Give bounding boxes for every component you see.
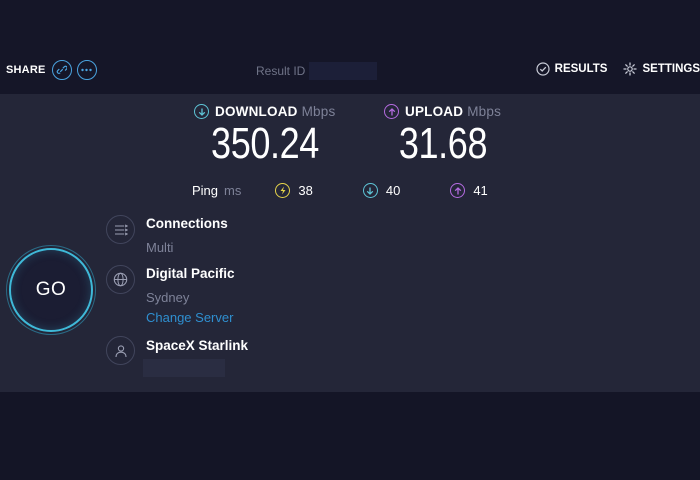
upload-label: UPLOAD [405, 104, 464, 119]
go-ring: GO [6, 245, 96, 335]
top-bar: SHARE Result ID RESULTS SETTINGS [0, 0, 700, 94]
ping-label: Ping [192, 183, 219, 198]
download-label: DOWNLOAD [215, 104, 298, 119]
ping-idle-value: 38 [298, 183, 313, 198]
more-icon[interactable] [76, 60, 97, 80]
gear-icon [623, 62, 638, 76]
results-label: RESULTS [554, 63, 608, 75]
download-metric: DOWNLOAD Mbps 350.24 [194, 104, 342, 169]
globe-icon [106, 265, 135, 294]
provider-name: SpaceX Starlink [146, 338, 249, 353]
ping-upload-value: 41 [473, 183, 488, 198]
upload-arrow-icon [384, 104, 399, 119]
share-label: SHARE [6, 64, 46, 76]
result-id-value-redacted [309, 62, 378, 80]
download-value: 350.24 [211, 119, 319, 168]
ping-unit: ms [224, 183, 242, 198]
share-group: SHARE [6, 60, 102, 80]
download-unit: Mbps [301, 104, 336, 119]
ping-download: 40 [362, 183, 401, 198]
results-panel [0, 94, 700, 392]
upload-metric: UPLOAD Mbps 31.68 [384, 104, 506, 169]
change-server-link[interactable]: Change Server [146, 310, 233, 325]
ping-download-value: 40 [385, 183, 401, 198]
ping-idle: 38 [275, 183, 313, 198]
upload-unit: Mbps [467, 104, 502, 119]
server-name: Digital Pacific [146, 266, 235, 281]
go-button[interactable]: GO [9, 248, 93, 332]
download-arrow-icon [194, 104, 209, 119]
upload-header: UPLOAD Mbps [384, 104, 506, 119]
user-icon [106, 336, 135, 365]
settings-link[interactable]: SETTINGS [623, 62, 700, 76]
upload-arrow-icon [450, 183, 466, 198]
top-nav: RESULTS SETTINGS [520, 62, 700, 76]
result-id-label: Result ID [256, 64, 306, 78]
ping-upload: 41 [450, 183, 488, 198]
download-header: DOWNLOAD Mbps [194, 104, 342, 119]
connections-icon[interactable] [106, 215, 135, 244]
results-link[interactable]: RESULTS [536, 62, 608, 76]
lightning-icon [275, 183, 291, 198]
check-circle-icon [536, 62, 550, 76]
connections-title: Connections [146, 216, 228, 231]
link-icon[interactable] [51, 60, 72, 80]
ping-row: Ping ms 38 40 41 [192, 183, 488, 198]
connections-value: Multi [146, 240, 174, 255]
server-location: Sydney [146, 290, 190, 305]
provider-ip-redacted [143, 359, 225, 377]
download-arrow-icon [362, 183, 378, 198]
settings-label: SETTINGS [642, 63, 700, 75]
result-id: Result ID [256, 62, 378, 80]
upload-value: 31.68 [398, 119, 488, 168]
